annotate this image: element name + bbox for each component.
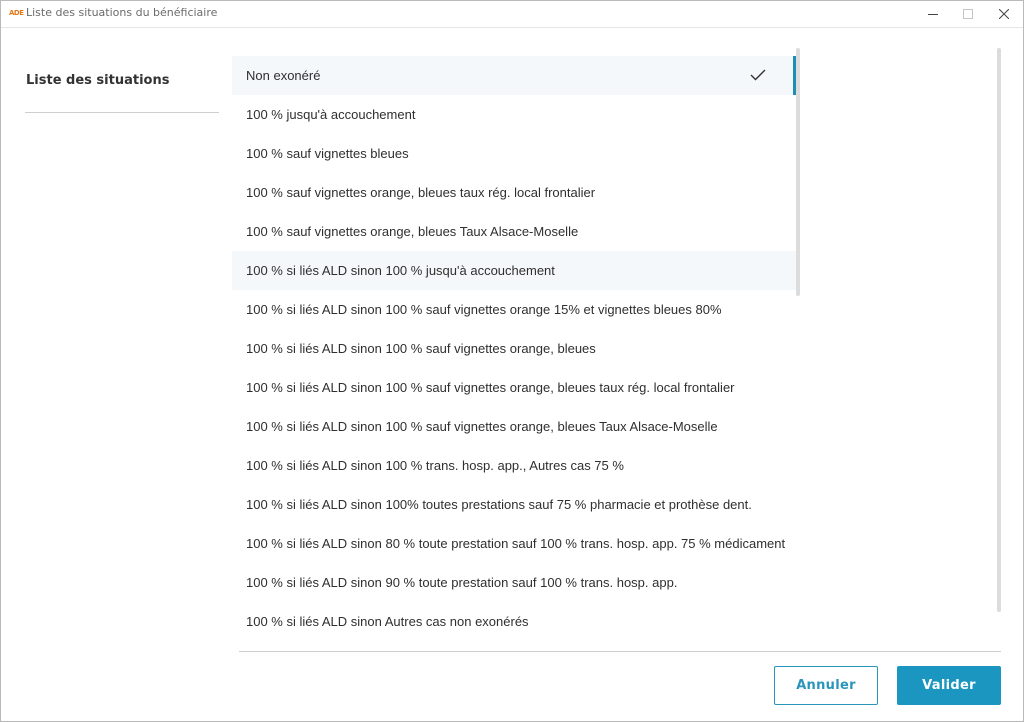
list-item-label: 100 % si liés ALD sinon Autres cas non e…: [246, 614, 529, 629]
list-item[interactable]: 100 % si liés ALD sinon 80 % toute prest…: [232, 524, 798, 563]
maximize-button[interactable]: [950, 1, 986, 27]
list-item[interactable]: 100 % sauf vignettes orange, bleues Taux…: [232, 212, 798, 251]
list-scrollbar[interactable]: [796, 48, 800, 296]
list-item-label: 100 % si liés ALD sinon 100 % trans. hos…: [246, 458, 624, 473]
list-item-label: 100 % si liés ALD sinon 100 % sauf vigne…: [246, 302, 722, 317]
cancel-button[interactable]: Annuler: [774, 666, 878, 705]
list-item-label: 100 % si liés ALD sinon 100 % jusqu'à ac…: [246, 263, 555, 278]
list-item[interactable]: 100 % si liés ALD sinon 100 % jusqu'à ac…: [232, 251, 798, 290]
list-item-label: 100 % si liés ALD sinon 100 % sauf vigne…: [246, 380, 735, 395]
dialog-scrollbar[interactable]: [997, 48, 1001, 612]
list-item[interactable]: 100 % si liés ALD sinon 100 % sauf vigne…: [232, 329, 798, 368]
list-item-label: 100 % si liés ALD sinon 80 % toute prest…: [246, 536, 786, 551]
list-item[interactable]: 100 % si liés ALD sinon 90 % toute prest…: [232, 563, 798, 602]
list-item[interactable]: 100 % si liés ALD sinon 100% toutes pres…: [232, 485, 798, 524]
maximize-icon: [963, 9, 973, 19]
title-bar: ADE Liste des situations du bénéficiaire: [1, 1, 1023, 28]
list-item[interactable]: 100 % si liés ALD sinon Autres cas non e…: [232, 602, 798, 641]
list-item-label: 100 % sauf vignettes orange, bleues taux…: [246, 185, 596, 200]
minimize-icon: [928, 14, 938, 15]
list-item[interactable]: 100 % si liés ALD sinon 100 % sauf vigne…: [232, 407, 798, 446]
list-item-label: 100 % si liés ALD sinon 90 % toute prest…: [246, 575, 678, 590]
sidebar-divider: [25, 112, 219, 113]
check-icon: [750, 69, 766, 81]
close-icon: [999, 9, 1009, 19]
list-item-label: Non exonéré: [246, 68, 321, 83]
list-item-label: 100 % si liés ALD sinon 100 % sauf vigne…: [246, 419, 718, 434]
situations-dialog: ADE Liste des situations du bénéficiaire…: [0, 0, 1024, 722]
list-item-label: 100 % sauf vignettes bleues: [246, 146, 409, 161]
validate-button[interactable]: Valider: [897, 666, 1001, 705]
app-logo: ADE: [9, 9, 24, 17]
footer-divider: [239, 651, 1001, 652]
minimize-button[interactable]: [915, 1, 951, 27]
list-item[interactable]: 100 % si liés ALD sinon 100 % trans. hos…: [232, 446, 798, 485]
list-item[interactable]: 100 % sauf vignettes bleues: [232, 134, 798, 173]
window-title: Liste des situations du bénéficiaire: [26, 6, 218, 19]
sidebar-title: Liste des situations: [26, 73, 170, 88]
list-item[interactable]: Non exonéré: [232, 56, 798, 95]
list-item[interactable]: 100 % sauf vignettes orange, bleues taux…: [232, 173, 798, 212]
list-item-label: 100 % si liés ALD sinon 100 % sauf vigne…: [246, 341, 596, 356]
list-item-label: 100 % si liés ALD sinon 100% toutes pres…: [246, 497, 752, 512]
list-item-label: 100 % sauf vignettes orange, bleues Taux…: [246, 224, 579, 239]
list-item-label: 100 % jusqu'à accouchement: [246, 107, 416, 122]
close-button[interactable]: [986, 1, 1022, 27]
list-item[interactable]: 100 % si liés ALD sinon 100 % sauf vigne…: [232, 368, 798, 407]
situations-list: Non exonéré 100 % jusqu'à accouchement 1…: [232, 56, 798, 646]
list-item[interactable]: 100 % jusqu'à accouchement: [232, 95, 798, 134]
list-item[interactable]: 100 % si liés ALD sinon 100 % sauf vigne…: [232, 290, 798, 329]
